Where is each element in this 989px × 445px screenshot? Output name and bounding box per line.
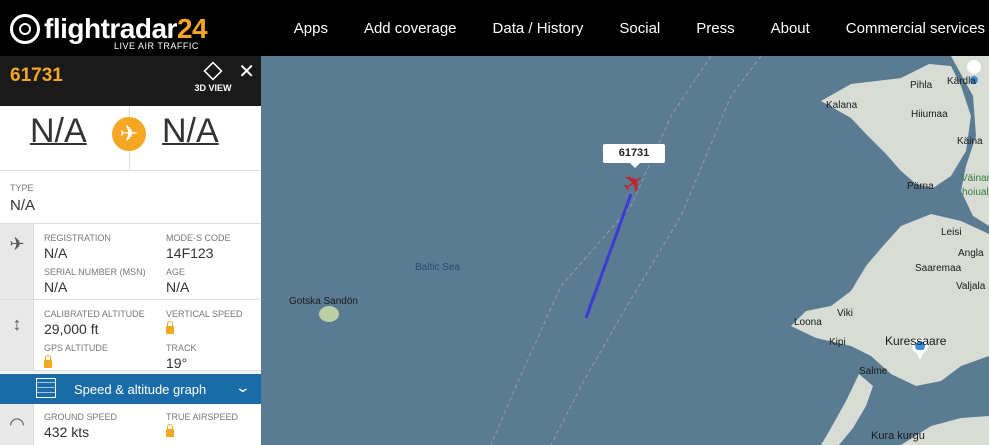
modes-value: 14F123 xyxy=(166,245,214,261)
graph-icon xyxy=(36,378,56,398)
vertical-speed-label: VERTICAL SPEED xyxy=(166,309,243,319)
nav-data-history[interactable]: Data / History xyxy=(493,20,584,37)
lock-icon[interactable] xyxy=(44,355,52,368)
msn-value: N/A xyxy=(44,279,68,295)
map-label-kipi: Kipi xyxy=(829,337,846,348)
calibrated-altitude-label: CALIBRATED ALTITUDE xyxy=(44,309,145,319)
maritime-boundary xyxy=(490,56,712,445)
map-label-salme: Salme xyxy=(859,366,888,377)
msn-cell: SERIAL NUMBER (MSN) N/A xyxy=(44,267,146,295)
speedometer-icon: ◠ xyxy=(9,414,25,434)
map-label-kalana: Kalana xyxy=(826,100,858,111)
modes-cell: MODE-S CODE 14F123 xyxy=(166,233,231,261)
nav-press[interactable]: Press xyxy=(696,20,734,37)
registration-label: REGISTRATION xyxy=(44,233,111,243)
aircraft-section: ✈ REGISTRATION N/A MODE-S CODE 14F123 SE… xyxy=(0,224,261,300)
aircraft-icon: ✈ xyxy=(9,234,25,254)
map-label-hiiumaa: Hiiumaa xyxy=(911,109,948,120)
flightradar24-logo[interactable]: flightradar24 LIVE AIR TRAFFIC xyxy=(10,8,208,51)
map-label-gotska-sandon: Gotska Sandön xyxy=(289,296,358,307)
maritime-boundary xyxy=(550,56,762,445)
track-label: TRACK xyxy=(166,343,197,353)
map-label-baltic-sea: Baltic Sea xyxy=(415,262,461,273)
lock-icon[interactable] xyxy=(166,424,174,437)
ground-speed-label: GROUND SPEED xyxy=(44,412,118,422)
map-label-hoiuala: hoiuala xyxy=(962,187,989,198)
map-label-parna: Pärna xyxy=(907,181,934,192)
nav-social[interactable]: Social xyxy=(619,20,660,37)
saaremaa-island xyxy=(791,214,989,386)
aircraft-side: ✈ xyxy=(0,224,34,299)
callsign: 61731 xyxy=(10,65,63,86)
map-label-kardla: Kärdla xyxy=(947,76,976,87)
gps-altitude-label: GPS ALTITUDE xyxy=(44,343,108,353)
speed-section: ◠ GROUND SPEED 432 kts TRUE AIRSPEED xyxy=(0,404,261,445)
ground-speed-value: 432 kts xyxy=(44,424,90,440)
flight-info-panel: 61731 3D VIEW ✕ N/A ✈ N/A TYPE N/A ✈ REG… xyxy=(0,56,261,445)
3d-view-button[interactable]: 3D VIEW xyxy=(188,61,238,93)
graph-label: Speed & altitude graph xyxy=(74,382,207,397)
map-label-angla: Angla xyxy=(958,248,984,259)
altitude-icon: ↕ xyxy=(12,314,22,334)
map-label-kura-kurgu: Kura kurgu xyxy=(871,430,925,442)
flight-track xyxy=(584,193,633,319)
radar-icon xyxy=(10,14,40,44)
track-value: 19° xyxy=(166,355,188,371)
msn-label: SERIAL NUMBER (MSN) xyxy=(44,267,146,277)
map-label-leisi: Leisi xyxy=(941,227,962,238)
gotska-sandon-island xyxy=(319,306,339,322)
destination-code[interactable]: N/A xyxy=(162,112,219,151)
map-label-pihla: Pihla xyxy=(910,80,933,91)
close-icon[interactable]: ✕ xyxy=(238,59,255,84)
aircraft-type-block: TYPE N/A xyxy=(0,171,261,224)
age-label: AGE xyxy=(166,267,186,277)
cube-icon xyxy=(203,61,223,81)
3d-view-label: 3D VIEW xyxy=(194,83,232,93)
map-label-valjala: Valjala xyxy=(956,281,986,292)
calibrated-altitude-cell: CALIBRATED ALTITUDE 29,000 ft xyxy=(44,309,145,337)
altitude-side: ↕ xyxy=(0,300,34,370)
nav-commercial-services[interactable]: Commercial services xyxy=(846,20,985,37)
age-cell: AGE N/A xyxy=(166,267,189,295)
nav-about[interactable]: About xyxy=(771,20,810,37)
logo-tagline: LIVE AIR TRAFFIC xyxy=(114,41,199,51)
sorve-peninsula xyxy=(821,374,873,445)
chevron-down-icon: ⌄ xyxy=(234,379,252,395)
panel-header: 61731 3D VIEW ✕ xyxy=(0,56,261,106)
registration-value: N/A xyxy=(44,245,68,261)
origin-code[interactable]: N/A xyxy=(30,112,87,151)
map-label-kuressaare: Kuressaare xyxy=(885,334,947,348)
true-airspeed-cell: TRUE AIRSPEED xyxy=(166,412,238,442)
map-canvas xyxy=(319,56,989,445)
map-label-loona: Loona xyxy=(794,317,822,328)
true-airspeed-label: TRUE AIRSPEED xyxy=(166,412,239,422)
map-label-viki: Viki xyxy=(837,308,853,319)
flight-callsign-label[interactable]: 61731 xyxy=(603,144,665,168)
registration-cell: REGISTRATION N/A xyxy=(44,233,111,261)
ground-speed-cell: GROUND SPEED 432 kts xyxy=(44,412,117,440)
age-value: N/A xyxy=(166,279,190,295)
modes-label: MODE-S CODE xyxy=(166,233,231,243)
main-nav: Apps Add coverage Data / History Social … xyxy=(276,0,989,56)
map-view[interactable]: 61731 ✈ Baltic Sea Gotska Sandön Kalana … xyxy=(261,56,989,445)
map-label-kaina: Käina xyxy=(957,136,983,147)
gps-altitude-cell: GPS ALTITUDE xyxy=(44,343,108,373)
nav-apps[interactable]: Apps xyxy=(294,20,328,37)
route-block: N/A ✈ N/A xyxy=(0,106,261,171)
map-label-saaremaa: Saaremaa xyxy=(915,263,962,274)
altitude-section: ↕ CALIBRATED ALTITUDE 29,000 ft VERTICAL… xyxy=(0,300,261,371)
type-label: TYPE xyxy=(10,183,34,193)
top-bar: flightradar24 LIVE AIR TRAFFIC Apps Add … xyxy=(0,0,989,56)
calibrated-altitude-value: 29,000 ft xyxy=(44,321,99,337)
nav-add-coverage[interactable]: Add coverage xyxy=(364,20,457,37)
map-label-vainameri: Väinameri xyxy=(961,173,989,184)
type-value: N/A xyxy=(10,197,36,214)
airplane-icon: ✈ xyxy=(112,117,146,151)
lock-icon[interactable] xyxy=(166,321,174,334)
vertical-speed-cell: VERTICAL SPEED xyxy=(166,309,243,339)
speed-altitude-graph-toggle[interactable]: Speed & altitude graph ⌄ xyxy=(0,374,261,404)
speed-side: ◠ xyxy=(0,404,34,445)
track-cell: TRACK 19° xyxy=(166,343,197,371)
